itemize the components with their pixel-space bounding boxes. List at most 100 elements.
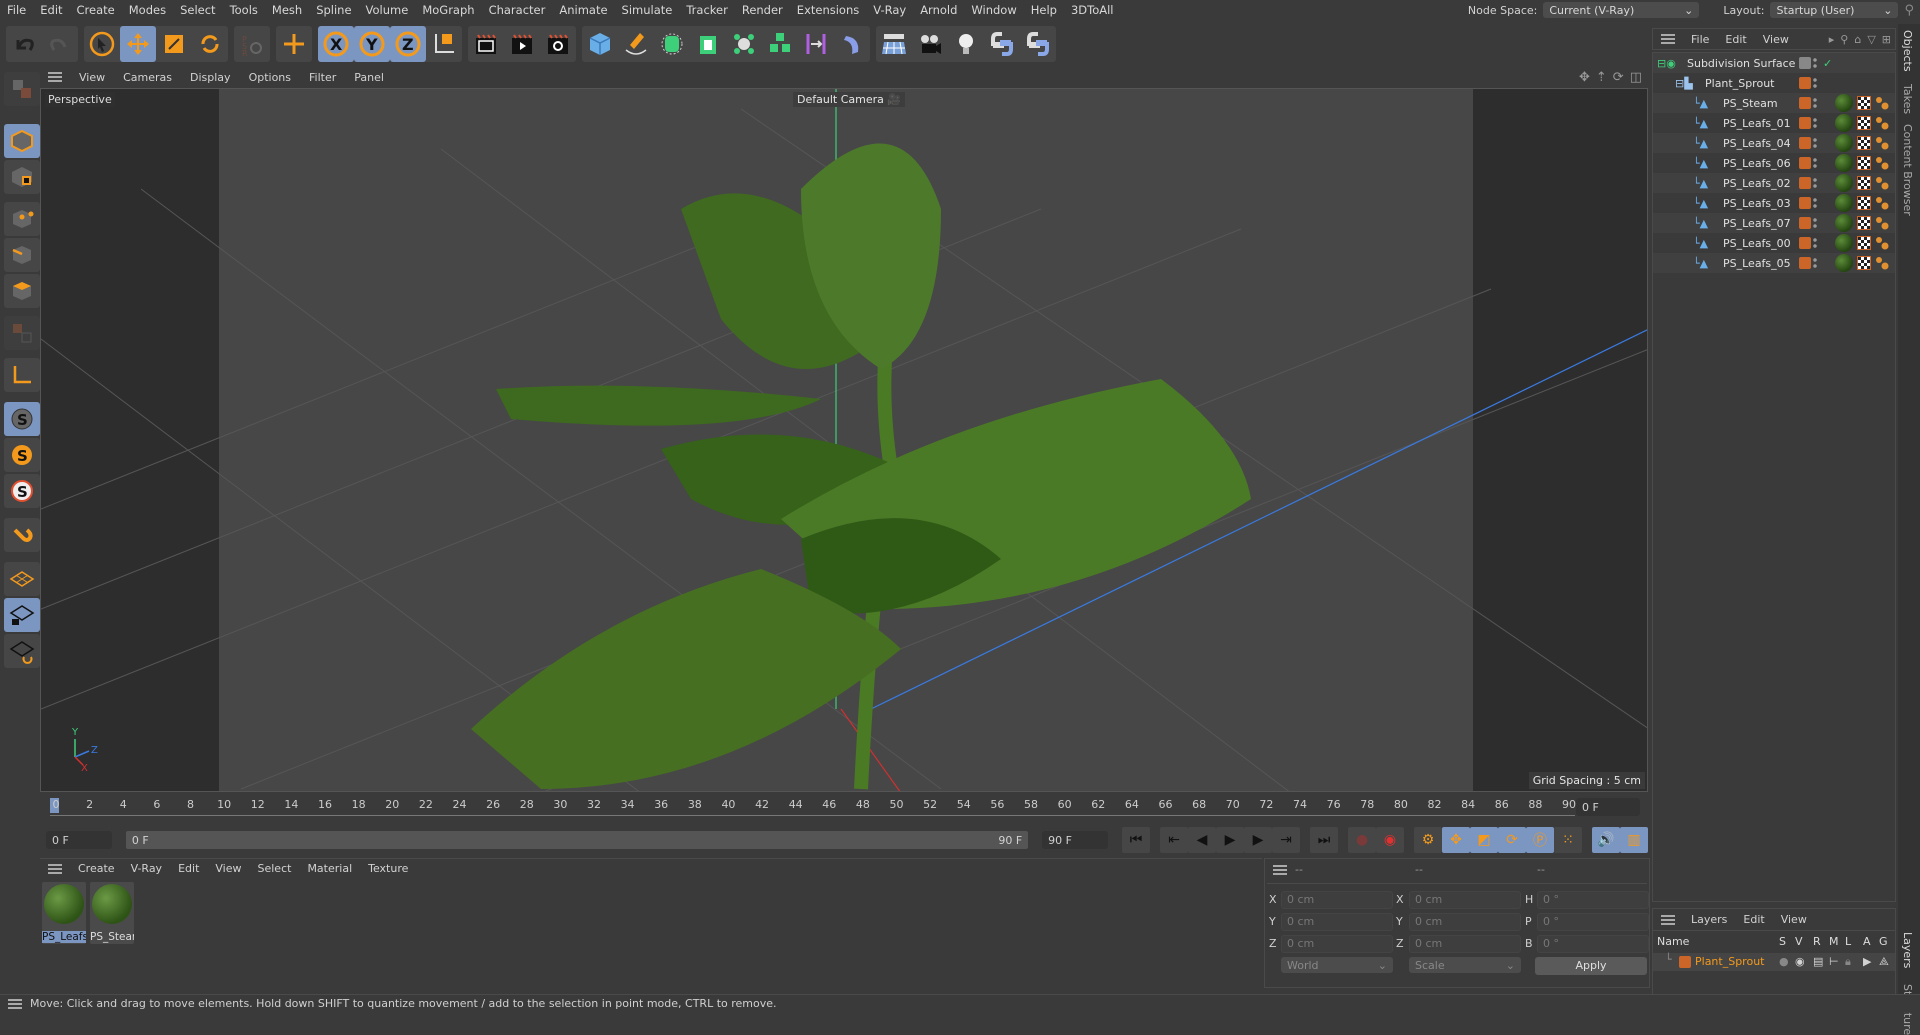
uvw-tag-icon[interactable] (1857, 136, 1871, 150)
lock-icon[interactable]: 🔒︎ (1845, 955, 1851, 969)
viewport-menu-options[interactable]: Options (240, 71, 300, 84)
layer-tag[interactable] (1799, 97, 1811, 109)
add-axis-icon[interactable] (276, 26, 312, 62)
pos-y-field[interactable]: 0 cm (1281, 913, 1393, 931)
pos-x-field[interactable]: 0 cm (1281, 891, 1393, 909)
search-icon[interactable]: ⚲ (1904, 3, 1914, 18)
material-menu-edit[interactable]: Edit (170, 862, 207, 875)
uvw-tag-icon[interactable] (1857, 96, 1871, 110)
visibility-dots-icon[interactable] (1813, 177, 1817, 189)
autokey-icon[interactable]: ◉ (1376, 827, 1404, 853)
menu-tracker[interactable]: Tracker (679, 3, 735, 17)
scale-x-field[interactable]: 0 cm (1409, 891, 1521, 909)
visibility-dots-icon[interactable] (1813, 237, 1817, 249)
object-name[interactable]: PS_Leafs_07 (1723, 217, 1791, 230)
uvw-tag-icon[interactable] (1857, 236, 1871, 250)
render-region-icon[interactable] (468, 26, 504, 62)
points-mode-icon[interactable] (4, 202, 40, 236)
layer-column-header[interactable]: G (1879, 935, 1888, 948)
phong-tag-icon[interactable] (1875, 176, 1889, 190)
floor-icon[interactable] (876, 26, 912, 62)
locked-workplane-icon[interactable] (4, 598, 40, 632)
uvw-tag-icon[interactable] (1857, 256, 1871, 270)
object-name[interactable]: PS_Leafs_03 (1723, 197, 1791, 210)
render-icon[interactable]: ▤ (1813, 955, 1823, 968)
visibility-dots-icon[interactable] (1813, 77, 1817, 89)
make-editable-icon[interactable] (4, 72, 40, 106)
tab-objects[interactable]: Objects (1901, 30, 1914, 72)
layer-tag[interactable] (1799, 257, 1811, 269)
layer-column-header[interactable]: A (1863, 935, 1871, 948)
timeline-ruler[interactable]: 0 2 4 6 8 10 12 14 16 18 20 22 24 26 28 30 32 34 36 38 40 42 4… (40, 796, 1648, 822)
animation-icon[interactable]: ▶ (1863, 955, 1871, 968)
menu-arnold[interactable]: Arnold (913, 3, 964, 17)
filter-icon[interactable]: ▽ (1867, 33, 1875, 46)
layer-column-header[interactable]: Name (1657, 935, 1689, 948)
sound-icon[interactable]: 🔊 (1592, 827, 1620, 853)
material-tag-icon[interactable] (1835, 154, 1853, 172)
object-menu-edit[interactable]: Edit (1717, 33, 1754, 46)
search-icon[interactable]: ⚲ (1840, 33, 1848, 46)
apply-button[interactable]: Apply (1535, 957, 1647, 975)
next-frame-icon[interactable]: ▶ (1244, 827, 1273, 853)
film-icon[interactable]: ▥ (1620, 827, 1648, 853)
key-rotation-icon[interactable]: ⟳ (1498, 827, 1526, 853)
object-row[interactable]: └▲ PS_Leafs_02 (1653, 173, 1895, 193)
edges-mode-icon[interactable] (4, 238, 40, 272)
texture-mode-icon[interactable] (4, 160, 40, 194)
frame-range-slider[interactable]: 0 F 90 F (125, 831, 1029, 849)
light-icon[interactable] (948, 26, 984, 62)
key-position-icon[interactable]: ✥ (1442, 827, 1470, 853)
key-parameter-icon[interactable]: Ⓟ (1526, 827, 1554, 853)
coord-space-dropdown[interactable]: World ⌄ (1281, 957, 1393, 973)
pos-z-field[interactable]: 0 cm (1281, 935, 1393, 953)
tab-layers[interactable]: Layers (1901, 932, 1914, 968)
material-tag-icon[interactable] (1835, 234, 1853, 252)
uv-mode-icon[interactable] (4, 316, 40, 350)
rot-b-field[interactable]: 0 ° (1537, 935, 1649, 953)
menu-edit[interactable]: Edit (33, 3, 69, 17)
magnet-icon[interactable] (4, 518, 40, 552)
scale-y-field[interactable]: 0 cm (1409, 913, 1521, 931)
layer-tag[interactable] (1799, 117, 1811, 129)
go-to-start-icon[interactable]: ⏮ (1122, 827, 1151, 853)
menu-tools[interactable]: Tools (223, 3, 265, 17)
object-row[interactable]: └▲ PS_Leafs_06 (1653, 153, 1895, 173)
object-row[interactable]: └▲ PS_Steam (1653, 93, 1895, 113)
coordinates-menu-icon[interactable] (1273, 865, 1287, 875)
viewport-menu-panel[interactable]: Panel (345, 71, 393, 84)
viewport[interactable]: Perspective Default Camera 🎥 Y Z X Grid … (40, 88, 1648, 792)
layer-row[interactable]: └ Plant_Sprout ● ◉ ▤ ⊢ 🔒︎ ▶ ⟁ (1653, 953, 1895, 971)
menu-character[interactable]: Character (482, 3, 553, 17)
object-row[interactable]: └▲ PS_Leafs_07 (1653, 213, 1895, 233)
key-pla-icon[interactable]: ⁙ (1554, 827, 1582, 853)
visible-icon[interactable]: ◉ (1795, 955, 1805, 968)
menu-simulate[interactable]: Simulate (615, 3, 680, 17)
object-name[interactable]: Subdivision Surface (1687, 57, 1795, 70)
workplane-snap-icon[interactable]: S (4, 474, 40, 508)
material-menu-create[interactable]: Create (70, 862, 123, 875)
dolly-view-icon[interactable]: ⇡ (1596, 70, 1607, 85)
manager-icon[interactable]: ⊢ (1829, 955, 1839, 968)
layout-dropdown[interactable]: Startup (User) ⌄ (1770, 2, 1899, 18)
menu-volume[interactable]: Volume (359, 3, 416, 17)
redo-icon[interactable] (42, 26, 78, 62)
layer-menu-layers[interactable]: Layers (1683, 913, 1735, 926)
object-row[interactable]: ⊟◉ Subdivision Surface ✓ (1653, 53, 1895, 73)
layer-menu-edit[interactable]: Edit (1735, 913, 1772, 926)
expand-arrow-icon[interactable]: ▸ (1829, 33, 1835, 46)
subdivision-icon[interactable] (654, 26, 690, 62)
phong-tag-icon[interactable] (1875, 96, 1889, 110)
snap-settings-icon[interactable]: S (4, 438, 40, 472)
viewport-menu-filter[interactable]: Filter (300, 71, 345, 84)
material-tag-icon[interactable] (1835, 134, 1853, 152)
phong-tag-icon[interactable] (1875, 196, 1889, 210)
menu-render[interactable]: Render (735, 3, 790, 17)
tab-takes[interactable]: Takes (1901, 84, 1914, 114)
uvw-tag-icon[interactable] (1857, 156, 1871, 170)
previous-frame-icon[interactable]: ◀ (1188, 827, 1217, 853)
snap-icon[interactable]: S (4, 402, 40, 436)
material-menu-select[interactable]: Select (250, 862, 300, 875)
layer-tag[interactable] (1799, 157, 1811, 169)
object-menu-icon[interactable] (1661, 34, 1675, 44)
